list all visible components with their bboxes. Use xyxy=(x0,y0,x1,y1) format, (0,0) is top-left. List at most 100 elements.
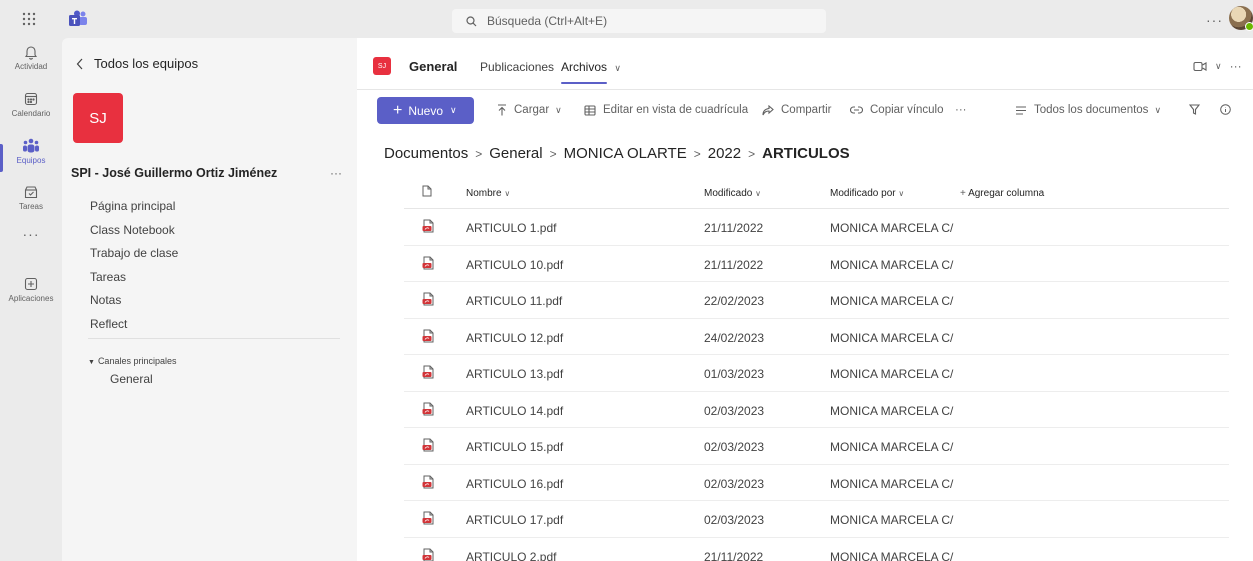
file-name[interactable]: ARTICULO 15.pdf xyxy=(466,440,563,454)
table-row[interactable]: ARTICULO 15.pdf 02/03/2023 MONICA MARCEL… xyxy=(404,428,1229,465)
chevron-down-icon[interactable]: ∨ xyxy=(1215,61,1222,72)
toolbar-more-icon[interactable]: ··· xyxy=(955,104,967,116)
chevron-down-icon: ∨ xyxy=(1154,104,1162,115)
team-nav-home[interactable]: Página principal xyxy=(90,195,178,219)
title-bar: Búsqueda (Ctrl+Alt+E) ··· xyxy=(0,0,1253,38)
chevron-right-icon: > xyxy=(475,147,483,161)
file-modified-by: MONICA MARCELA C/ xyxy=(830,330,954,345)
share-button[interactable]: Compartir xyxy=(762,104,831,116)
rail-item-calendar[interactable]: Calendario xyxy=(0,91,62,135)
search-input[interactable]: Búsqueda (Ctrl+Alt+E) xyxy=(452,9,826,33)
edit-grid-view-button[interactable]: Editar en vista de cuadrícula xyxy=(584,104,748,116)
files-table: Nombre ∨ Modificado ∨ Modificado por ∨ +… xyxy=(404,176,1229,561)
rail-item-activity[interactable]: Actividad xyxy=(0,44,62,88)
table-row[interactable]: ARTICULO 10.pdf 21/11/2022 MONICA MARCEL… xyxy=(404,246,1229,282)
rail-item-teams[interactable]: Equipos xyxy=(0,138,62,182)
file-name[interactable]: ARTICULO 16.pdf xyxy=(466,477,563,491)
info-icon[interactable] xyxy=(1220,104,1231,115)
settings-more-icon[interactable]: ··· xyxy=(1206,12,1223,28)
channels-section-toggle[interactable]: ▼ Canales principales xyxy=(88,356,176,366)
filter-icon[interactable] xyxy=(1189,104,1200,115)
table-row[interactable]: ARTICULO 17.pdf 02/03/2023 MONICA MARCEL… xyxy=(404,501,1229,538)
chevron-down-icon: ∨ xyxy=(504,189,511,198)
table-row[interactable]: ARTICULO 14.pdf 02/03/2023 MONICA MARCEL… xyxy=(404,392,1229,428)
file-name[interactable]: ARTICULO 12.pdf xyxy=(466,331,563,345)
caret-down-icon: ▼ xyxy=(88,359,95,366)
plus-icon: + xyxy=(960,188,969,199)
column-header-name-label: Nombre xyxy=(466,188,502,199)
table-row[interactable]: ARTICULO 2.pdf 21/11/2022 MONICA MARCELA… xyxy=(404,538,1229,561)
team-nav-assignments[interactable]: Tareas xyxy=(90,266,178,290)
files-view: SJ General Publicaciones Archivos ∨ ∨ ··… xyxy=(357,38,1253,561)
team-more-options-icon[interactable]: ··· xyxy=(330,166,342,180)
chevron-right-icon: > xyxy=(549,147,557,161)
link-icon xyxy=(850,106,863,114)
channel-name: General xyxy=(409,59,458,74)
avatar[interactable] xyxy=(1229,6,1253,31)
teams-icon xyxy=(23,138,39,153)
file-name[interactable]: ARTICULO 14.pdf xyxy=(466,404,563,418)
copy-link-label: Copiar vínculo xyxy=(870,104,944,116)
app-launcher-icon[interactable] xyxy=(22,12,36,26)
table-row[interactable]: ARTICULO 13.pdf 01/03/2023 MONICA MARCEL… xyxy=(404,355,1229,392)
file-type-header-icon[interactable] xyxy=(422,185,432,197)
breadcrumb-item-monica-olarte[interactable]: MONICA OLARTE xyxy=(564,145,687,162)
teams-logo-icon xyxy=(68,10,88,28)
rail-item-label: Calendario xyxy=(11,109,51,118)
file-name[interactable]: ARTICULO 2.pdf xyxy=(466,550,556,561)
team-nav-classwork[interactable]: Trabajo de clase xyxy=(90,242,178,266)
tab-posts[interactable]: Publicaciones xyxy=(480,60,554,74)
all-teams-link[interactable]: Todos los equipos xyxy=(76,56,198,71)
pdf-file-icon xyxy=(422,438,435,452)
table-row[interactable]: ARTICULO 1.pdf 21/11/2022 MONICA MARCELA… xyxy=(404,209,1229,246)
breadcrumb-item-documents[interactable]: Documentos xyxy=(384,145,468,162)
new-button-label: Nuevo xyxy=(408,103,444,118)
file-modified-by: MONICA MARCELA C/ xyxy=(830,367,954,381)
channel-item-general[interactable]: General xyxy=(110,372,153,386)
app-rail: Actividad Calendario Equipos Tareas ··· … xyxy=(0,38,62,561)
channel-more-icon[interactable]: ··· xyxy=(1230,59,1242,73)
file-modified-date: 21/11/2022 xyxy=(704,221,764,235)
column-header-name[interactable]: Nombre ∨ xyxy=(466,188,510,199)
meet-video-icon[interactable] xyxy=(1193,61,1207,72)
pdf-file-icon xyxy=(422,219,435,233)
team-nav-reflect[interactable]: Reflect xyxy=(90,313,178,337)
copy-link-button[interactable]: Copiar vínculo xyxy=(850,104,944,116)
file-name[interactable]: ARTICULO 10.pdf xyxy=(466,258,563,272)
team-nav-class-notebook[interactable]: Class Notebook xyxy=(90,219,178,243)
file-modified-date: 02/03/2023 xyxy=(704,513,765,527)
rail-item-more[interactable]: ··· xyxy=(0,226,62,270)
file-modified-by: MONICA MARCELA C/ xyxy=(830,476,954,491)
chevron-down-icon: ∨ xyxy=(614,63,621,73)
add-column-button[interactable]: + Agregar columna xyxy=(960,188,1044,199)
column-header-modified-by[interactable]: Modificado por ∨ xyxy=(830,188,904,199)
team-nav-grades[interactable]: Notas xyxy=(90,289,178,313)
bell-icon xyxy=(24,46,38,60)
table-row[interactable]: ARTICULO 16.pdf 02/03/2023 MONICA MARCEL… xyxy=(404,465,1229,501)
file-name[interactable]: ARTICULO 13.pdf xyxy=(466,367,563,381)
file-name[interactable]: ARTICULO 17.pdf xyxy=(466,513,563,527)
rail-item-tasks[interactable]: Tareas xyxy=(0,184,62,228)
channels-heading: Canales principales xyxy=(97,356,177,366)
team-avatar[interactable]: SJ xyxy=(73,93,123,143)
file-name[interactable]: ARTICULO 1.pdf xyxy=(466,221,556,235)
file-modified-date: 02/03/2023 xyxy=(704,476,765,491)
share-icon xyxy=(762,104,774,116)
column-header-modified[interactable]: Modificado ∨ xyxy=(704,188,761,199)
edit-grid-view-label: Editar en vista de cuadrícula xyxy=(603,104,749,116)
file-name[interactable]: ARTICULO 11.pdf xyxy=(466,294,562,308)
team-nav: Página principal Class Notebook Trabajo … xyxy=(90,195,178,336)
view-selector[interactable]: Todos los documentos ∨ xyxy=(1015,104,1161,116)
breadcrumb-item-2022[interactable]: 2022 xyxy=(708,145,741,162)
breadcrumb-item-general[interactable]: General xyxy=(489,145,542,162)
table-row[interactable]: ARTICULO 11.pdf 22/02/2023 MONICA MARCEL… xyxy=(404,282,1229,319)
calendar-icon xyxy=(24,92,38,106)
upload-button[interactable]: Cargar ∨ xyxy=(497,104,562,116)
file-modified-date: 02/03/2023 xyxy=(704,440,765,454)
new-button[interactable]: + Nuevo ∨ xyxy=(377,97,474,124)
file-modified-date: 24/02/2023 xyxy=(704,330,765,345)
tab-files[interactable]: Archivos ∨ xyxy=(561,60,621,84)
table-row[interactable]: ARTICULO 12.pdf 24/02/2023 MONICA MARCEL… xyxy=(404,319,1229,355)
rail-item-apps[interactable]: Aplicaciones xyxy=(0,276,62,320)
search-placeholder: Búsqueda (Ctrl+Alt+E) xyxy=(487,14,608,28)
